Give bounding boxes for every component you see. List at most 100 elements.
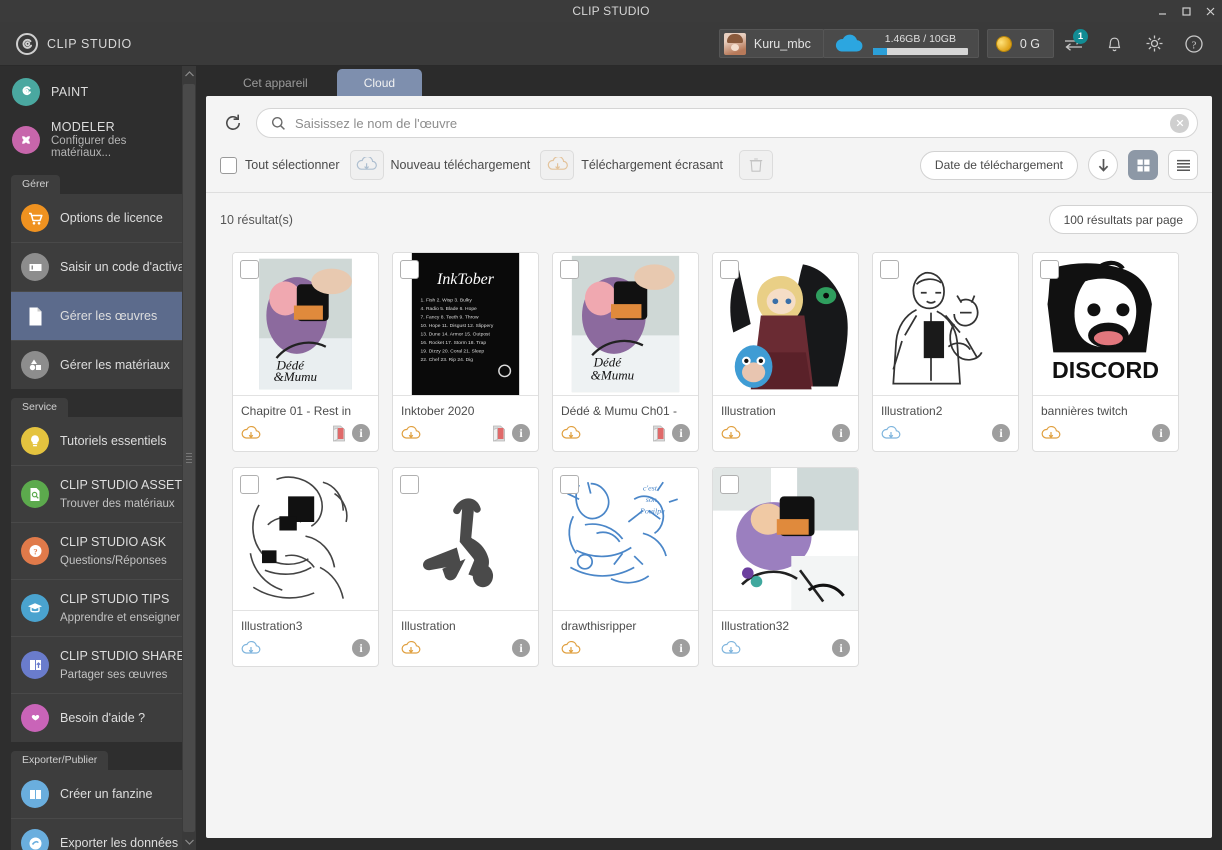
- info-icon[interactable]: i: [512, 639, 530, 657]
- sort-dropdown[interactable]: Date de téléchargement: [919, 150, 1078, 180]
- new-download-button[interactable]: [349, 150, 384, 180]
- cloud-download-icon[interactable]: [561, 425, 581, 441]
- results-per-page-dropdown[interactable]: 100 résultats par page: [1048, 205, 1198, 234]
- info-icon[interactable]: i: [352, 424, 370, 442]
- book-pages-icon[interactable]: [652, 425, 666, 442]
- info-icon[interactable]: i: [992, 424, 1010, 442]
- info-icon[interactable]: i: [512, 424, 530, 442]
- close-button[interactable]: [1198, 0, 1222, 22]
- info-icon[interactable]: i: [1152, 424, 1170, 442]
- work-thumbnail[interactable]: Dédé &Mumu: [553, 253, 698, 396]
- sidebar-scrollbar-thumb[interactable]: [183, 84, 195, 832]
- svg-text:&Mumu: &Mumu: [591, 368, 634, 383]
- sidebar-item-export-epub[interactable]: Exporter les données EPU: [11, 819, 196, 850]
- work-card[interactable]: DISCORD bannières twitch i: [1032, 252, 1179, 452]
- work-thumbnail[interactable]: c'est son Pouilpe: [553, 468, 698, 611]
- sidebar-item-modeler[interactable]: MODELER Configurer des matériaux...: [0, 113, 196, 166]
- work-card[interactable]: InkTober 1. Fish 2. Wisp 3. Bulky 4. Radi…: [392, 252, 539, 452]
- sort-direction-button[interactable]: [1088, 150, 1118, 180]
- sidebar-item-tips[interactable]: CLIP STUDIO TIPS Apprendre et enseigner: [11, 580, 188, 637]
- sidebar-item-license-options[interactable]: Options de licence: [11, 194, 188, 243]
- work-checkbox[interactable]: [720, 260, 739, 279]
- info-icon[interactable]: i: [672, 424, 690, 442]
- sidebar-item-help[interactable]: Besoin d'aide ?: [11, 694, 188, 742]
- list-view-button[interactable]: [1168, 150, 1198, 180]
- work-thumbnail[interactable]: [233, 468, 378, 611]
- delete-button[interactable]: [738, 150, 773, 180]
- work-card[interactable]: c'est son Pouilpe drawthisripper i: [552, 467, 699, 667]
- help-question-icon[interactable]: ?: [1174, 24, 1214, 64]
- info-icon[interactable]: i: [672, 639, 690, 657]
- overwrite-download-button[interactable]: [540, 150, 575, 180]
- user-account-button[interactable]: Kuru_mbc: [718, 29, 824, 58]
- work-thumbnail[interactable]: Dédé &Mumu: [233, 253, 378, 396]
- cloud-download-icon[interactable]: [1041, 425, 1061, 441]
- work-card[interactable]: Illustration32 i: [712, 467, 859, 667]
- select-all-checkbox[interactable]: [220, 156, 237, 174]
- sidebar-item-manage-materials[interactable]: Gérer les matériaux: [11, 341, 188, 389]
- cloud-download-icon[interactable]: [721, 640, 741, 656]
- work-card[interactable]: Illustration3 i: [232, 467, 379, 667]
- work-card[interactable]: Illustration i: [712, 252, 859, 452]
- sidebar-item-assets[interactable]: CLIP STUDIO ASSETS Trouver des matériaux: [11, 466, 190, 523]
- refresh-icon[interactable]: [220, 110, 246, 136]
- work-checkbox[interactable]: [400, 260, 419, 279]
- header-right-cluster: Kuru_mbc 1.46GB / 10GB 0 G 1 ?: [718, 24, 1214, 64]
- cloud-download-icon[interactable]: [881, 425, 901, 441]
- sidebar-item-share[interactable]: CLIP STUDIO SHARE Partager ses œuvres: [11, 637, 188, 694]
- work-thumbnail[interactable]: [393, 468, 538, 611]
- clear-circle-icon[interactable]: [1170, 113, 1189, 133]
- chevron-up-icon[interactable]: [182, 66, 196, 82]
- sidebar-item-ask[interactable]: ? CLIP STUDIO ASK Questions/Réponses: [11, 523, 188, 580]
- work-checkbox[interactable]: [240, 260, 259, 279]
- cloud-download-icon[interactable]: [241, 640, 261, 656]
- works-grid-scroll[interactable]: Dédé &Mumu Chapitre 01 - Rest in i InkTo…: [206, 244, 1212, 838]
- work-title: Illustration: [721, 404, 776, 418]
- sidebar-item-activation-code[interactable]: Saisir un code d'activatio: [11, 243, 196, 292]
- work-thumbnail[interactable]: InkTober 1. Fish 2. Wisp 3. Bulky 4. Radi…: [393, 253, 538, 396]
- work-checkbox[interactable]: [240, 475, 259, 494]
- info-icon[interactable]: i: [832, 424, 850, 442]
- work-checkbox[interactable]: [1040, 260, 1059, 279]
- cloud-download-icon[interactable]: [241, 425, 261, 441]
- minimize-button[interactable]: [1150, 0, 1174, 22]
- book-pages-icon[interactable]: [332, 425, 346, 442]
- sidebar-item-manage-works[interactable]: Gérer les œuvres: [11, 292, 188, 341]
- work-card[interactable]: Dédé &Mumu Dédé & Mumu Ch01 - i: [552, 252, 699, 452]
- cloud-storage-indicator[interactable]: 1.46GB / 10GB: [822, 29, 979, 58]
- sidebar-scrollbar[interactable]: [182, 66, 196, 850]
- grid-view-button[interactable]: [1128, 150, 1158, 180]
- cloud-download-icon[interactable]: [401, 640, 421, 656]
- search-input[interactable]: [295, 115, 1161, 131]
- work-card[interactable]: Illustration i: [392, 467, 539, 667]
- work-thumbnail[interactable]: [713, 253, 858, 396]
- work-thumbnail[interactable]: [713, 468, 858, 611]
- maximize-button[interactable]: [1174, 0, 1198, 22]
- work-checkbox[interactable]: [880, 260, 899, 279]
- cloud-download-icon[interactable]: [401, 425, 421, 441]
- settings-gear-icon[interactable]: [1134, 24, 1174, 64]
- sidebar-item-tutorials[interactable]: Tutoriels essentiels: [11, 417, 188, 466]
- cloud-download-icon[interactable]: [561, 640, 581, 656]
- sidebar-item-create-fanzine[interactable]: Créer un fanzine: [11, 770, 188, 819]
- work-checkbox[interactable]: [560, 260, 579, 279]
- work-card[interactable]: Illustration2 i: [872, 252, 1019, 452]
- sync-transfer-icon[interactable]: 1: [1054, 24, 1094, 64]
- cloud-download-icon[interactable]: [721, 425, 741, 441]
- work-checkbox[interactable]: [560, 475, 579, 494]
- info-icon[interactable]: i: [832, 639, 850, 657]
- chevron-down-icon[interactable]: [182, 834, 196, 850]
- tab-cloud[interactable]: Cloud: [336, 69, 423, 96]
- gold-balance-button[interactable]: 0 G: [986, 29, 1054, 58]
- work-checkbox[interactable]: [400, 475, 419, 494]
- sidebar-item-paint[interactable]: PAINT: [0, 66, 196, 113]
- work-thumbnail[interactable]: DISCORD: [1033, 253, 1178, 396]
- work-checkbox[interactable]: [720, 475, 739, 494]
- tab-this-device[interactable]: Cet appareil: [216, 69, 335, 96]
- search-box[interactable]: [256, 108, 1198, 138]
- notification-bell-icon[interactable]: [1094, 24, 1134, 64]
- work-card[interactable]: Dédé &Mumu Chapitre 01 - Rest in i: [232, 252, 379, 452]
- work-thumbnail[interactable]: [873, 253, 1018, 396]
- book-pages-icon[interactable]: [492, 425, 506, 442]
- info-icon[interactable]: i: [352, 639, 370, 657]
